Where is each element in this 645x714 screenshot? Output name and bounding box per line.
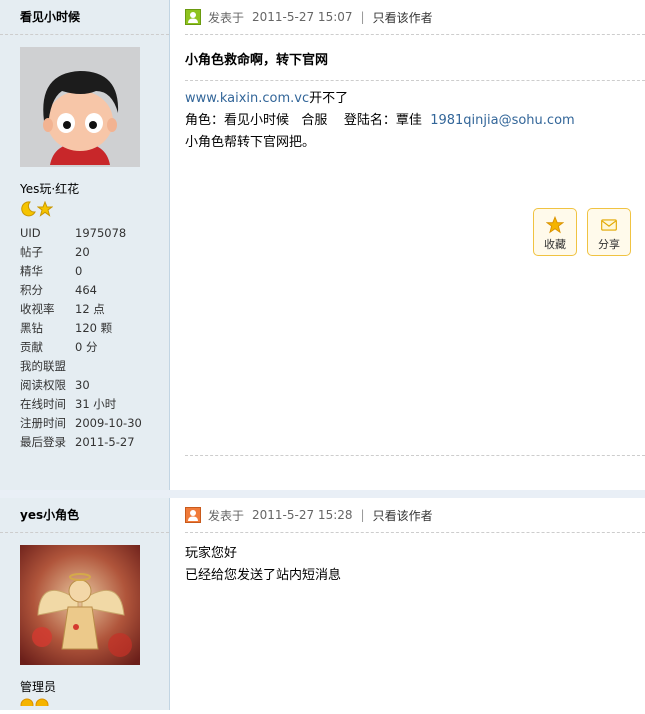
content-line: 角色：看见小时候 合服 登陆名：覃佳 1981qinjia@sohu.com xyxy=(185,110,575,132)
post-title: 小角色救命啊，转下官网 xyxy=(185,46,645,81)
stat-key: 精华 xyxy=(20,264,43,278)
post-header: 发表于 2011-5-27 15:07 | 只看该作者 xyxy=(185,0,645,35)
stat-key: 阅读权限 xyxy=(20,378,66,392)
author-stats: UID 1975078 帖子 20 精华 0 积分 464 收视率 12 点 黑钻 120 … xyxy=(20,224,160,452)
author-only-link[interactable]: 只看该作者 xyxy=(373,507,433,524)
cartoon-boy-avatar-icon xyxy=(20,47,140,167)
post-actions: 收藏 分享 xyxy=(533,208,631,256)
admin-user-icon xyxy=(185,507,201,523)
post-bottom-divider xyxy=(185,455,645,456)
stat-key: 收视率 xyxy=(20,302,55,316)
content-line: 小角色帮转下官网把。 xyxy=(185,132,575,154)
stat-key: UID xyxy=(20,226,41,240)
author-avatar[interactable] xyxy=(20,545,140,665)
star-icon xyxy=(37,201,53,217)
stat-key: 贡献 xyxy=(20,340,43,354)
author-username[interactable]: yes小角色 xyxy=(0,498,169,533)
stat-value: 0 分 xyxy=(75,340,98,354)
share-label: 分享 xyxy=(598,238,620,251)
angel-ornament-avatar-icon xyxy=(20,545,140,665)
stat-value[interactable]: 464 xyxy=(75,281,97,300)
post-divider xyxy=(0,490,645,498)
stat-row: 精华 0 xyxy=(20,262,160,281)
post-main: 发表于 2011-5-27 15:07 | 只看该作者 小角色救命啊，转下官网 … xyxy=(170,0,645,490)
sun-icon xyxy=(20,698,34,706)
content-link[interactable]: www.kaixin.com.vc xyxy=(185,91,309,106)
author-only-link[interactable]: 只看该作者 xyxy=(373,9,433,26)
stat-key: 在线时间 xyxy=(20,397,66,411)
stat-row: UID 1975078 xyxy=(20,224,160,243)
post-1: 看见小时候 Yes玩·红花 UID 1975078 帖子 20 精华 0 积分 … xyxy=(0,0,645,490)
content-line: www.kaixin.com.vc开不了 xyxy=(185,88,575,110)
rank-icons xyxy=(20,201,53,217)
post-content: www.kaixin.com.vc开不了 角色：看见小时候 合服 登陆名：覃佳 … xyxy=(185,88,575,154)
stat-value: 2011-5-27 xyxy=(75,435,135,449)
stat-row: 阅读权限 30 xyxy=(20,376,160,395)
rank-icons xyxy=(20,698,49,714)
content-text: 小角色帮转下官网把。 xyxy=(185,135,316,150)
author-title: Yes玩·红花 xyxy=(20,182,80,196)
stat-row: 黑钻 120 颗 xyxy=(20,319,160,338)
share-button[interactable]: 分享 xyxy=(587,208,631,256)
stat-value[interactable]: 20 xyxy=(75,243,90,262)
envelope-icon xyxy=(601,219,617,231)
content-text: 开不了 xyxy=(309,91,349,106)
stat-value[interactable]: 1975078 xyxy=(75,224,126,243)
stat-row: 帖子 20 xyxy=(20,243,160,262)
content-text: 角色：看见小时候 合服 登陆名：覃佳 xyxy=(185,113,431,128)
stat-key: 积分 xyxy=(20,283,43,297)
author-sidebar: 看见小时候 Yes玩·红花 UID 1975078 帖子 20 精华 0 积分 … xyxy=(0,0,170,490)
separator: | xyxy=(360,10,365,24)
author-group-title: 管理员 xyxy=(20,680,57,694)
stat-value: 120 颗 xyxy=(75,321,113,335)
post-header: 发表于 2011-5-27 15:28 | 只看该作者 xyxy=(185,498,645,533)
stat-row: 收视率 12 点 xyxy=(20,300,160,319)
post-time: 2011-5-27 15:28 xyxy=(252,508,353,522)
post-content: 玩家您好 已经给您发送了站内短消息 xyxy=(185,543,341,587)
author-username[interactable]: 看见小时候 xyxy=(0,0,169,35)
post-time: 2011-5-27 15:07 xyxy=(252,10,353,24)
stat-row: 我的联盟 xyxy=(20,357,160,376)
stat-key: 最后登录 xyxy=(20,435,66,449)
content-line: 已经给您发送了站内短消息 xyxy=(185,568,342,583)
stat-key: 注册时间 xyxy=(20,416,66,430)
online-user-icon xyxy=(185,9,201,25)
posted-label: 发表于 xyxy=(208,10,245,25)
author-avatar[interactable] xyxy=(20,47,140,167)
stat-value[interactable]: 0 xyxy=(75,262,82,281)
moon-icon xyxy=(21,201,36,217)
stat-key: 黑钻 xyxy=(20,321,43,335)
post-2: yes小角色 管理员 发表于 2011-5-27 15:28 | 只看该作者 玩… xyxy=(0,498,645,710)
favorite-label: 收藏 xyxy=(544,238,566,251)
stat-row: 积分 464 xyxy=(20,281,160,300)
star-icon xyxy=(546,216,564,234)
stat-key: 我的联盟 xyxy=(20,359,66,373)
stat-value: 31 小时 xyxy=(75,397,117,411)
stat-value: 30 xyxy=(75,378,90,392)
stat-key: 帖子 xyxy=(20,245,43,259)
stat-row: 最后登录 2011-5-27 xyxy=(20,433,160,452)
stat-value: 2009-10-30 xyxy=(75,416,142,430)
favorite-button[interactable]: 收藏 xyxy=(533,208,577,256)
email-link[interactable]: 1981qinjia@sohu.com xyxy=(430,113,574,128)
stat-row: 贡献 0 分 xyxy=(20,338,160,357)
stat-row: 注册时间 2009-10-30 xyxy=(20,414,160,433)
sun-icon xyxy=(35,698,49,706)
stat-value: 12 点 xyxy=(75,302,105,316)
post-main: 发表于 2011-5-27 15:28 | 只看该作者 玩家您好 已经给您发送了… xyxy=(170,498,645,710)
content-line: 玩家您好 xyxy=(185,546,238,561)
stat-row: 在线时间 31 小时 xyxy=(20,395,160,414)
posted-label: 发表于 xyxy=(208,508,245,523)
separator: | xyxy=(360,508,365,522)
author-sidebar: yes小角色 管理员 xyxy=(0,498,170,710)
